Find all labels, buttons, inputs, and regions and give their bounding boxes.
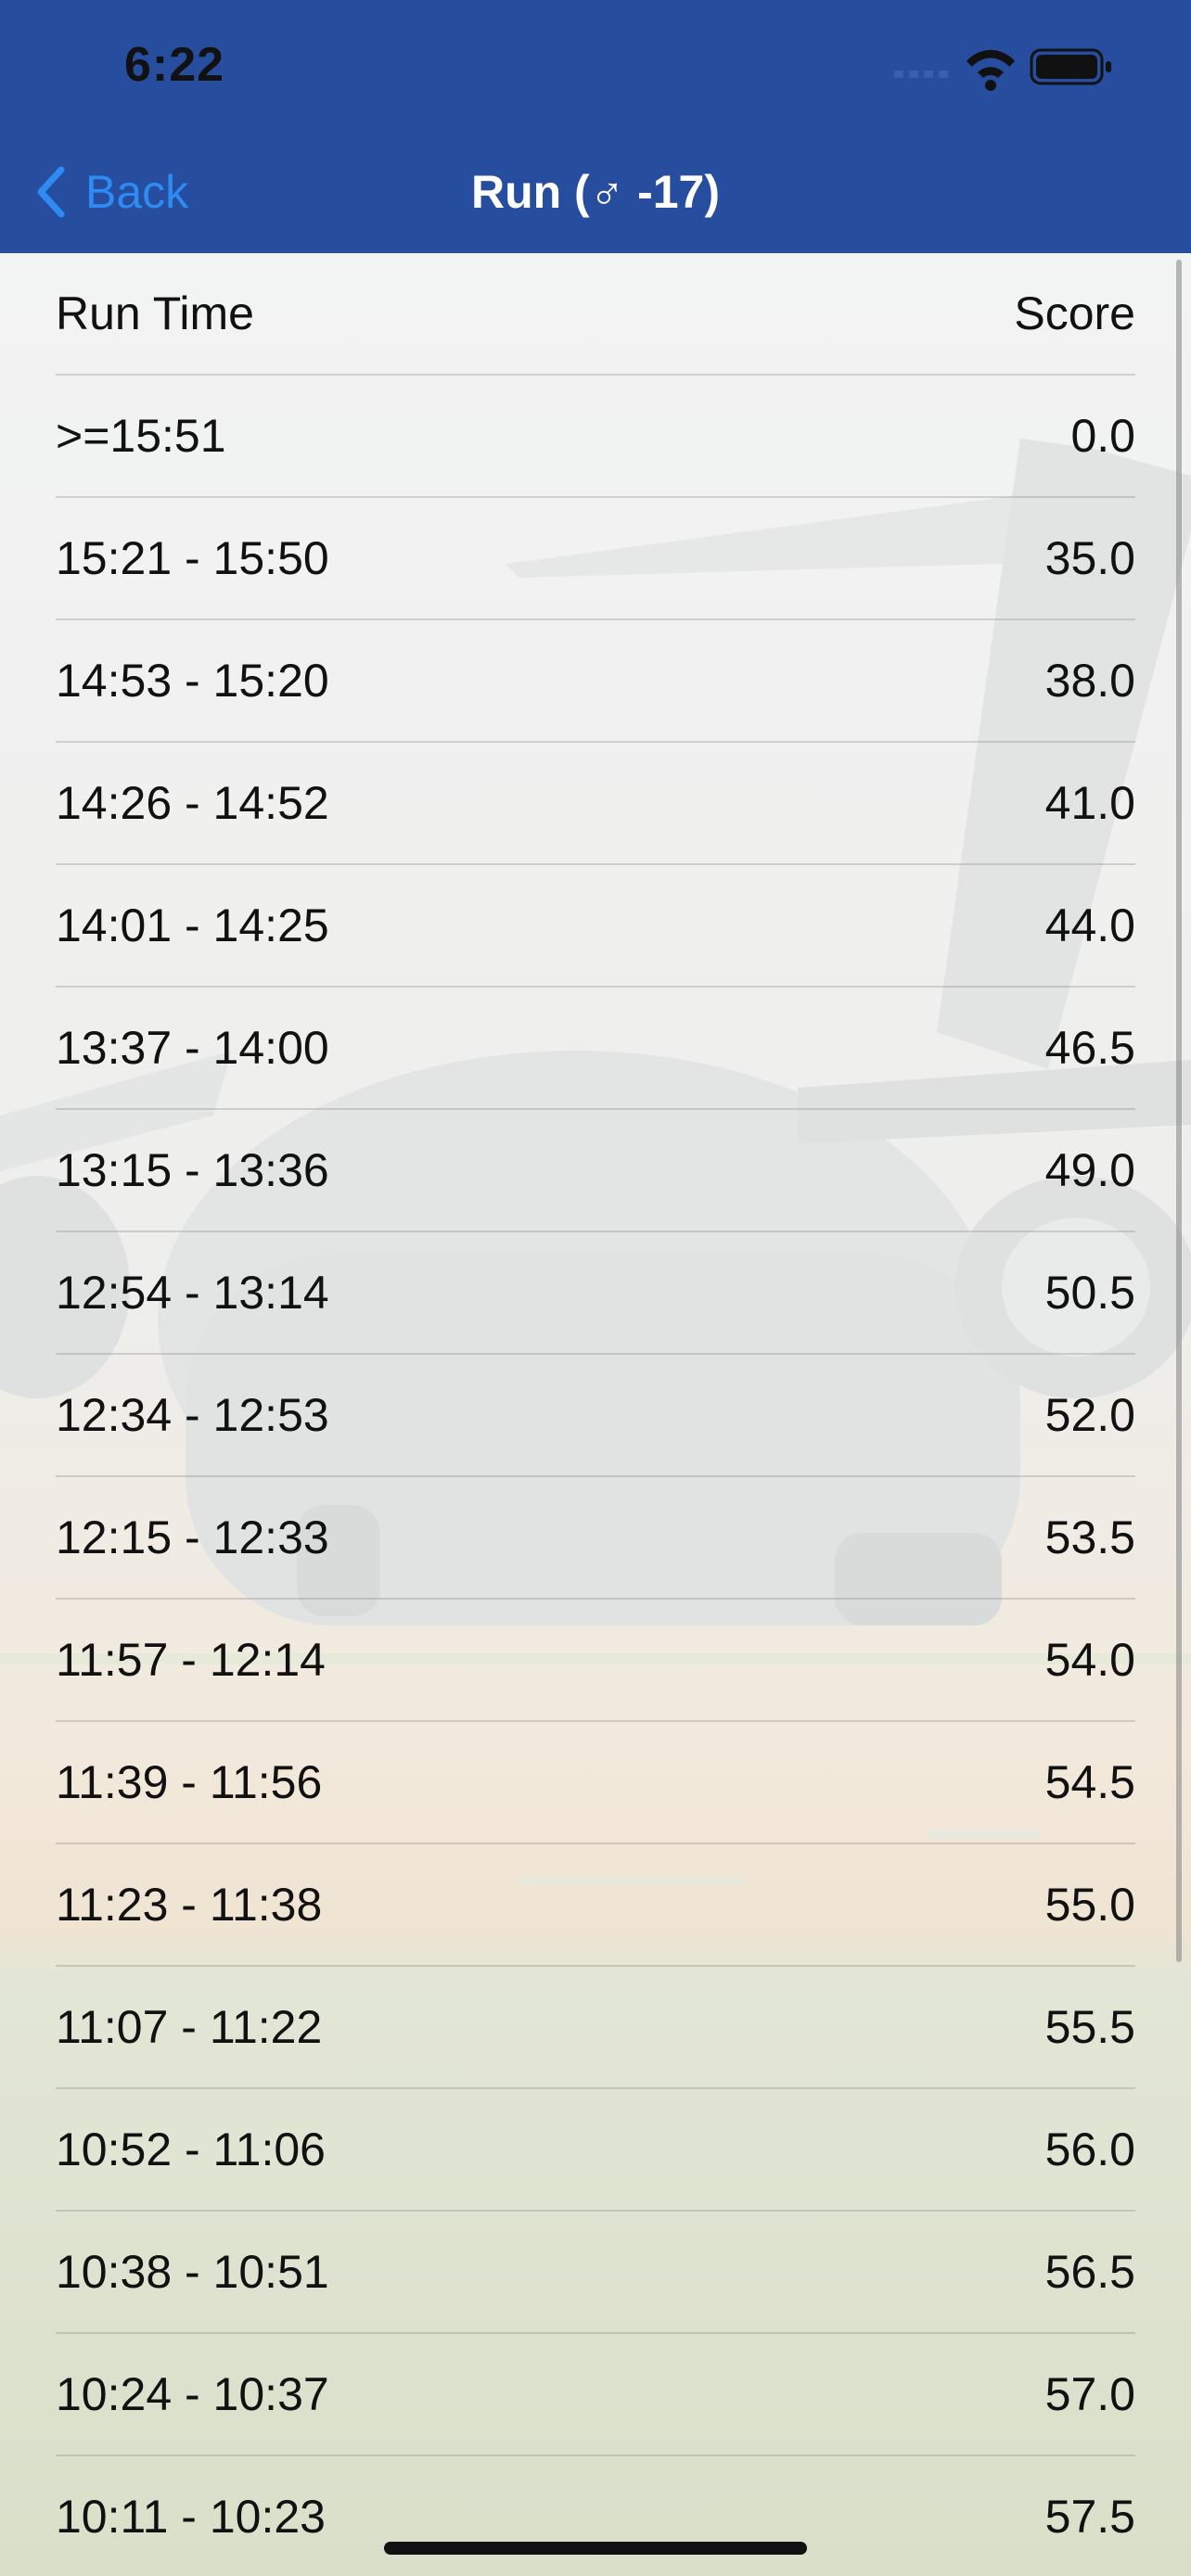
score-cell: 57.0 (1044, 2368, 1135, 2420)
run-time-cell: 10:11 - 10:23 (56, 2491, 326, 2543)
score-cell: 35.0 (1044, 532, 1135, 584)
table-row[interactable]: 10:11 - 10:23 57.5 (56, 2456, 1135, 2576)
score-cell: 50.5 (1044, 1267, 1135, 1319)
score-cell: 38.0 (1044, 655, 1135, 707)
run-time-cell: 10:24 - 10:37 (56, 2368, 329, 2420)
wifi-icon (967, 49, 1015, 91)
navigation-header: 6:22 Back Run (♂ -17) (0, 0, 1191, 253)
score-cell: 44.0 (1044, 899, 1135, 951)
table-header-row: Run Time Score (56, 253, 1135, 376)
run-time-cell: 13:37 - 14:00 (56, 1022, 329, 1074)
table-row[interactable]: 10:24 - 10:37 57.0 (56, 2334, 1135, 2456)
run-time-cell: 11:57 - 12:14 (56, 1634, 326, 1686)
score-cell: 55.5 (1044, 2001, 1135, 2053)
home-indicator[interactable] (384, 2542, 807, 2555)
score-cell: 46.5 (1044, 1022, 1135, 1074)
table-row[interactable]: 11:07 - 11:22 55.5 (56, 1967, 1135, 2089)
score-cell: 54.5 (1044, 1756, 1135, 1808)
table-row[interactable]: 14:53 - 15:20 38.0 (56, 620, 1135, 743)
run-time-cell: 10:52 - 11:06 (56, 2123, 326, 2175)
score-cell: 41.0 (1044, 777, 1135, 829)
run-time-cell: 14:26 - 14:52 (56, 777, 329, 829)
score-cell: 56.0 (1044, 2123, 1135, 2175)
run-time-cell: 11:23 - 11:38 (56, 1879, 323, 1931)
score-cell: 54.0 (1044, 1634, 1135, 1686)
table-row[interactable]: 13:37 - 14:00 46.5 (56, 988, 1135, 1110)
cellular-signal-icon (894, 70, 948, 78)
run-time-cell: 11:07 - 11:22 (56, 2001, 323, 2053)
page-title: Run (♂ -17) (470, 166, 721, 218)
table-row[interactable]: 10:38 - 10:51 56.5 (56, 2212, 1135, 2334)
run-time-cell: 12:34 - 12:53 (56, 1389, 329, 1441)
table-row[interactable]: 12:34 - 12:53 52.0 (56, 1355, 1135, 1477)
table-row[interactable]: 14:26 - 14:52 41.0 (56, 743, 1135, 865)
score-cell: 0.0 (1070, 410, 1135, 462)
status-icons (894, 48, 1111, 91)
run-time-cell: 12:15 - 12:33 (56, 1511, 329, 1563)
score-cell: 57.5 (1044, 2491, 1135, 2543)
table-row[interactable]: 15:21 - 15:50 35.0 (56, 498, 1135, 620)
table-row[interactable]: 12:54 - 13:14 50.5 (56, 1232, 1135, 1355)
column-header-score: Score (1014, 287, 1135, 339)
table-row[interactable]: 13:15 - 13:36 49.0 (56, 1110, 1135, 1232)
score-cell: 55.0 (1044, 1879, 1135, 1931)
table-row[interactable]: 14:01 - 14:25 44.0 (56, 865, 1135, 988)
run-time-cell: 12:54 - 13:14 (56, 1267, 329, 1319)
table-row[interactable]: >=15:51 0.0 (56, 376, 1135, 498)
run-time-cell: 14:53 - 15:20 (56, 655, 329, 707)
score-cell: 49.0 (1044, 1144, 1135, 1196)
screen: 6:22 Back Run (♂ -17) Run Time Score >=1… (0, 0, 1191, 2576)
run-time-cell: 11:39 - 11:56 (56, 1756, 323, 1808)
status-time: 6:22 (124, 38, 225, 92)
run-time-cell: 14:01 - 14:25 (56, 899, 329, 951)
run-time-cell: >=15:51 (56, 410, 226, 462)
table-row[interactable]: 10:52 - 11:06 56.0 (56, 2089, 1135, 2212)
run-time-cell: 13:15 - 13:36 (56, 1144, 329, 1196)
run-time-cell: 10:38 - 10:51 (56, 2246, 329, 2298)
score-table: Run Time Score >=15:51 0.0 15:21 - 15:50… (0, 253, 1191, 2576)
table-row[interactable]: 12:15 - 12:33 53.5 (56, 1477, 1135, 1600)
score-cell: 53.5 (1044, 1511, 1135, 1563)
battery-icon (1030, 48, 1111, 85)
table-row[interactable]: 11:57 - 12:14 54.0 (56, 1600, 1135, 1722)
run-time-cell: 15:21 - 15:50 (56, 532, 329, 584)
table-row[interactable]: 11:39 - 11:56 54.5 (56, 1722, 1135, 1844)
table-row[interactable]: 11:23 - 11:38 55.0 (56, 1844, 1135, 1967)
scrollbar[interactable] (1176, 260, 1182, 1962)
score-cell: 52.0 (1044, 1389, 1135, 1441)
score-cell: 56.5 (1044, 2246, 1135, 2298)
column-header-run-time: Run Time (56, 287, 254, 339)
